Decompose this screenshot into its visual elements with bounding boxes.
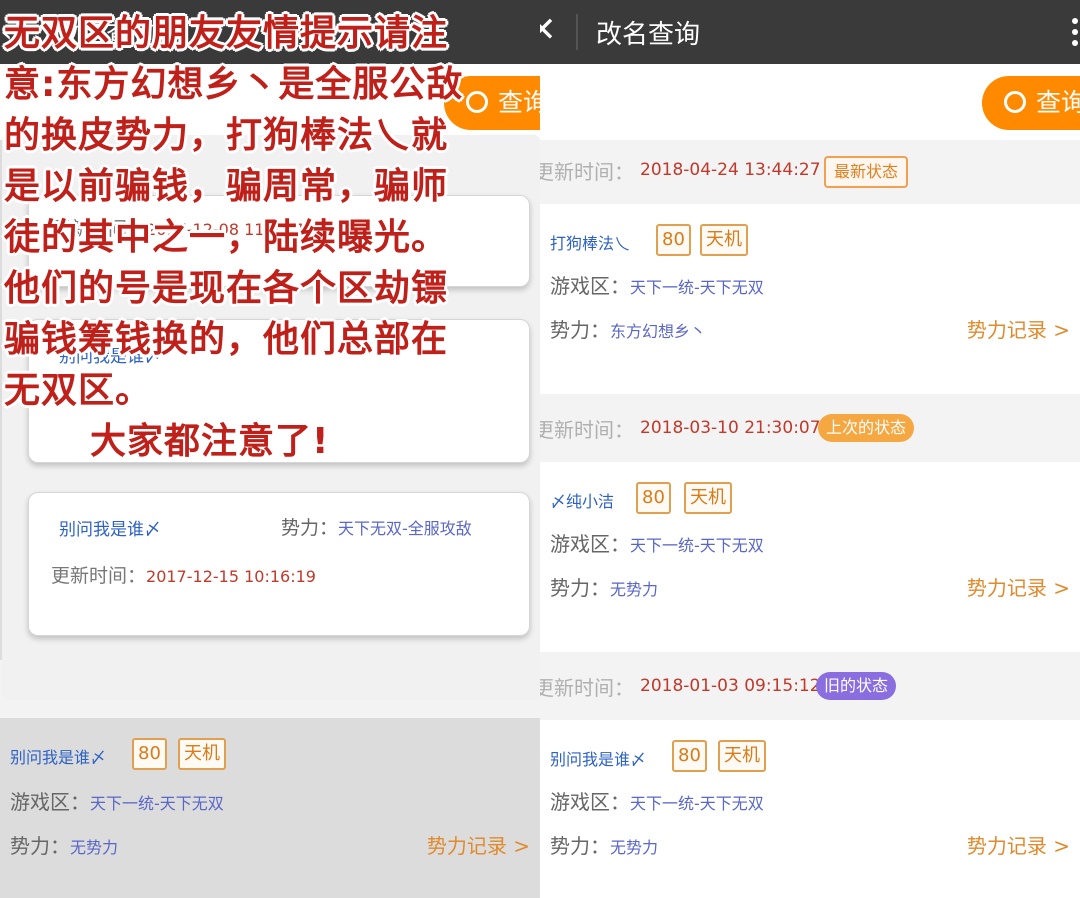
record-card: 别问我是谁〆 80 天机 游戏区：天下一统-天下无双 势力：无势力 势力记录 >: [540, 720, 1080, 898]
role-name[interactable]: 别问我是谁〆: [59, 515, 161, 540]
class-badge: 天机: [684, 482, 732, 514]
record-card: 别问我是谁〆 80 天机 游戏区：天下一统-天下无双 势力：无势力 势力记录 >: [0, 718, 540, 898]
divider: [576, 14, 578, 50]
role-name[interactable]: 别问我是谁〆: [10, 744, 106, 768]
update-time-label: 更新时间：: [540, 160, 634, 184]
status-badge: 上次的状态: [818, 414, 915, 442]
record-section: 更新时间： 2018-03-10 21:30:07 上次的状态 〆纯小洁 80 …: [540, 404, 1080, 662]
force-record-link[interactable]: 势力记录 >: [967, 572, 1070, 601]
search-bar: 查询: [540, 64, 1080, 140]
level-badge: 80: [672, 740, 707, 772]
status-badge: 旧的状态: [816, 672, 897, 700]
update-time: 2018-03-10 21:30:07: [640, 418, 821, 438]
page-title: 改名查询: [596, 20, 701, 50]
zone-row: 游戏区：天下一统-天下无双: [10, 790, 224, 814]
left-screenshot: ‹ 改名查询 查询 ← 别问我是谁〆 80 天机 游戏区：天下一统-天下无双 势…: [0, 0, 540, 898]
record-card: 打狗棒法乀 80 天机 游戏区：天下一统-天下无双 势力：东方幻想乡丶 势力记录…: [540, 204, 1080, 394]
search-icon: [1004, 91, 1026, 113]
force-row: 势力：无势力: [550, 576, 659, 600]
force-record-link[interactable]: 势力记录 >: [427, 830, 530, 859]
force-row: 势力：无势力: [10, 834, 119, 858]
record-card: 〆纯小洁 80 天机 游戏区：天下一统-天下无双 势力：无势力 势力记录 >: [540, 462, 1080, 652]
force-row: 势力：东方幻想乡丶: [550, 318, 707, 342]
class-badge: 天机: [178, 738, 226, 770]
update-time-label: 更新时间：: [540, 418, 634, 442]
role-name[interactable]: 〆纯小洁: [550, 488, 614, 512]
more-menu-icon[interactable]: [1072, 18, 1078, 51]
record-section: 更新时间： 2018-04-24 13:44:27 最新状态 打狗棒法乀 80 …: [540, 146, 1080, 404]
top-bar: ✕ 改名查询: [540, 0, 1080, 64]
status-badge: 最新状态: [824, 156, 909, 188]
force-row: 势力：无势力: [550, 834, 659, 858]
role-name[interactable]: 打狗棒法乀: [550, 230, 630, 254]
level-badge: 80: [132, 738, 167, 770]
force-row: 势力：天下无双-全服攻敌: [281, 517, 472, 539]
force-record-link[interactable]: 势力记录 >: [967, 830, 1070, 859]
class-badge: 天机: [718, 740, 766, 772]
zone-row: 游戏区：天下一统-天下无双: [550, 532, 764, 556]
search-button[interactable]: 查询: [982, 76, 1080, 130]
update-time: 2018-01-03 09:15:12: [640, 676, 821, 696]
update-time: 2018-04-24 13:44:27: [640, 160, 821, 180]
class-badge: 天机: [700, 224, 748, 256]
role-name[interactable]: 别问我是谁〆: [550, 746, 646, 770]
update-time: 更新时间：2017-12-15 10:16:19: [51, 565, 316, 587]
level-badge: 80: [656, 224, 691, 256]
record-section: 更新时间： 2018-01-03 09:15:12 旧的状态 别问我是谁〆 80…: [540, 662, 1080, 898]
warning-overlay-text: 无双区的朋友友情提示请注意:东方幻想乡丶是全服公敌的换皮势力，打狗棒法乀就是以前…: [4, 13, 464, 462]
zone-row: 游戏区：天下一统-天下无双: [550, 790, 764, 814]
zone-row: 游戏区：天下一统-天下无双: [550, 274, 764, 298]
close-icon[interactable]: ✕: [540, 10, 557, 50]
popup-card: 别问我是谁〆 势力：天下无双-全服攻敌 更新时间：2017-12-15 10:1…: [28, 492, 530, 636]
force-record-link[interactable]: 势力记录 >: [967, 314, 1070, 343]
right-screenshot: ✕ 改名查询 查询 更新时间： 2018-04-24 13:44:27 最新状态…: [540, 0, 1080, 898]
level-badge: 80: [636, 482, 671, 514]
update-time-label: 更新时间：: [540, 676, 634, 700]
